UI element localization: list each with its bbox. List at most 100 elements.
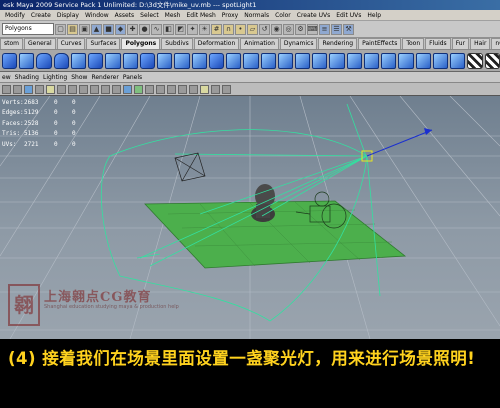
- safe-action-icon[interactable]: [101, 84, 110, 94]
- shadows-icon[interactable]: [189, 84, 198, 94]
- manipulator-arrow-icon[interactable]: [424, 128, 432, 135]
- wireframe-on-shaded-icon[interactable]: [145, 84, 154, 94]
- show-attribute-editor-icon[interactable]: ☰: [331, 23, 342, 35]
- poly-cylinder-icon[interactable]: [36, 52, 52, 69]
- resolution-gate-icon[interactable]: [68, 84, 77, 94]
- tab-fluids[interactable]: Fluids: [425, 38, 451, 49]
- ipr-render-icon[interactable]: ◎: [283, 23, 294, 35]
- tab-polygons[interactable]: Polygons: [121, 38, 161, 49]
- menu-proxy[interactable]: Proxy: [219, 12, 241, 19]
- menu-display[interactable]: Display: [54, 12, 82, 19]
- menu-edit-uvs[interactable]: Edit UVs: [333, 12, 364, 19]
- history-icon[interactable]: ↺: [259, 23, 270, 35]
- menu-select[interactable]: Select: [137, 12, 162, 19]
- texture-display-icon[interactable]: [200, 84, 209, 94]
- poly-prism-icon[interactable]: [105, 52, 121, 69]
- poly-cone-icon[interactable]: [53, 52, 69, 69]
- mask-curves-icon[interactable]: ∿: [151, 23, 162, 35]
- tab-dynamics[interactable]: Dynamics: [279, 38, 318, 49]
- smooth-icon[interactable]: [226, 52, 242, 69]
- boolean-difference-icon[interactable]: [260, 52, 276, 69]
- merge-vertices-icon[interactable]: [415, 52, 431, 69]
- wireframe-icon[interactable]: [123, 84, 132, 94]
- append-polygon-icon[interactable]: [329, 52, 345, 69]
- tab-rendering[interactable]: Rendering: [318, 38, 358, 49]
- snap-grid-icon[interactable]: #: [211, 23, 222, 35]
- poly-helix-icon[interactable]: [157, 52, 173, 69]
- image-plane-icon[interactable]: [24, 84, 33, 94]
- smooth-shade-icon[interactable]: [134, 84, 143, 94]
- all-lights-icon[interactable]: [178, 84, 187, 94]
- isolate-select-icon[interactable]: [211, 84, 220, 94]
- poly-pipe-icon[interactable]: [139, 52, 156, 69]
- mirror-icon[interactable]: [208, 52, 225, 69]
- xray-icon[interactable]: [156, 84, 165, 94]
- save-scene-icon[interactable]: ▣: [79, 23, 90, 35]
- menu-color[interactable]: Color: [272, 12, 294, 19]
- mask-surfaces-icon[interactable]: ◧: [163, 23, 174, 35]
- split-polygon-icon[interactable]: [363, 52, 380, 69]
- separate-icon[interactable]: [191, 52, 207, 69]
- tab-animation[interactable]: Animation: [240, 38, 279, 49]
- safe-title-icon[interactable]: [112, 84, 121, 94]
- menu-help[interactable]: Help: [364, 12, 384, 19]
- combine-icon[interactable]: [174, 52, 190, 69]
- uv-checker-icon[interactable]: [467, 52, 483, 69]
- select-hierarchy-icon[interactable]: ▲: [91, 23, 102, 35]
- bookmarks-icon[interactable]: [13, 84, 22, 94]
- open-scene-icon[interactable]: ▤: [67, 23, 78, 35]
- menu-assets[interactable]: Assets: [112, 12, 138, 19]
- film-gate-icon[interactable]: [57, 84, 66, 94]
- menu-create-uvs[interactable]: Create UVs: [294, 12, 333, 19]
- two-d-pan-zoom-icon[interactable]: [35, 84, 44, 94]
- tab-painteffects[interactable]: PaintEffects: [358, 38, 402, 49]
- menu-create[interactable]: Create: [28, 12, 54, 19]
- default-lighting-icon[interactable]: [167, 84, 176, 94]
- panel-menu-shading[interactable]: Shading: [15, 74, 39, 81]
- poly-pyramid-icon[interactable]: [122, 52, 138, 69]
- bridge-icon[interactable]: [312, 52, 328, 69]
- insert-edge-loop-icon[interactable]: [381, 52, 397, 69]
- snap-curve-icon[interactable]: ∩: [223, 23, 234, 35]
- menu-normals[interactable]: Normals: [241, 12, 272, 19]
- snap-plane-icon[interactable]: ▱: [247, 23, 258, 35]
- panel-menu-renderer[interactable]: Renderer: [91, 74, 118, 81]
- gate-mask-icon[interactable]: [79, 84, 88, 94]
- tab-general[interactable]: General: [24, 38, 56, 49]
- show-channel-box-icon[interactable]: ≡: [319, 23, 330, 35]
- mask-rendering-icon[interactable]: ☀: [199, 23, 210, 35]
- tab-fur[interactable]: Fur: [451, 38, 470, 49]
- menu-edit-mesh[interactable]: Edit Mesh: [183, 12, 218, 19]
- poly-torus-icon[interactable]: [88, 52, 104, 69]
- tab-deformation[interactable]: Deformation: [193, 38, 240, 49]
- tab-curves[interactable]: Curves: [56, 38, 86, 49]
- new-scene-icon[interactable]: ▢: [55, 23, 66, 35]
- boolean-union-icon[interactable]: [243, 52, 259, 69]
- fill-hole-icon[interactable]: [346, 52, 362, 69]
- poly-plane-icon[interactable]: [70, 52, 87, 69]
- render-settings-icon[interactable]: ⚙: [295, 23, 306, 35]
- mask-deformers-icon[interactable]: ◩: [175, 23, 186, 35]
- tab-toon[interactable]: Toon: [402, 38, 425, 49]
- mask-handles-icon[interactable]: ✚: [127, 23, 138, 35]
- tab-hair[interactable]: Hair: [470, 38, 491, 49]
- camera-attributes-icon[interactable]: [2, 84, 11, 94]
- snap-point-icon[interactable]: •: [235, 23, 246, 35]
- manipulator-axis[interactable]: [366, 129, 433, 157]
- mask-dynamics-icon[interactable]: ✦: [187, 23, 198, 35]
- render-current-icon[interactable]: ◉: [271, 23, 282, 35]
- uv-editor-icon[interactable]: [484, 52, 500, 69]
- panel-menu-view[interactable]: ew: [2, 74, 11, 81]
- poly-cube-icon[interactable]: [19, 52, 35, 69]
- tab-ncloth[interactable]: nCloth: [491, 38, 500, 49]
- menu-set-dropdown[interactable]: Polygons: [2, 23, 54, 35]
- menu-mesh[interactable]: Mesh: [162, 12, 184, 19]
- menu-window[interactable]: Window: [82, 12, 112, 19]
- planar-mapping-icon[interactable]: [432, 52, 449, 69]
- high-quality-icon[interactable]: [222, 84, 231, 94]
- input-box-icon[interactable]: ⌨: [307, 23, 318, 35]
- grid-toggle-icon[interactable]: [46, 84, 55, 94]
- panel-menu-lighting[interactable]: Lighting: [43, 74, 67, 81]
- menu-modify[interactable]: Modify: [2, 12, 28, 19]
- poly-sphere-icon[interactable]: [2, 52, 18, 69]
